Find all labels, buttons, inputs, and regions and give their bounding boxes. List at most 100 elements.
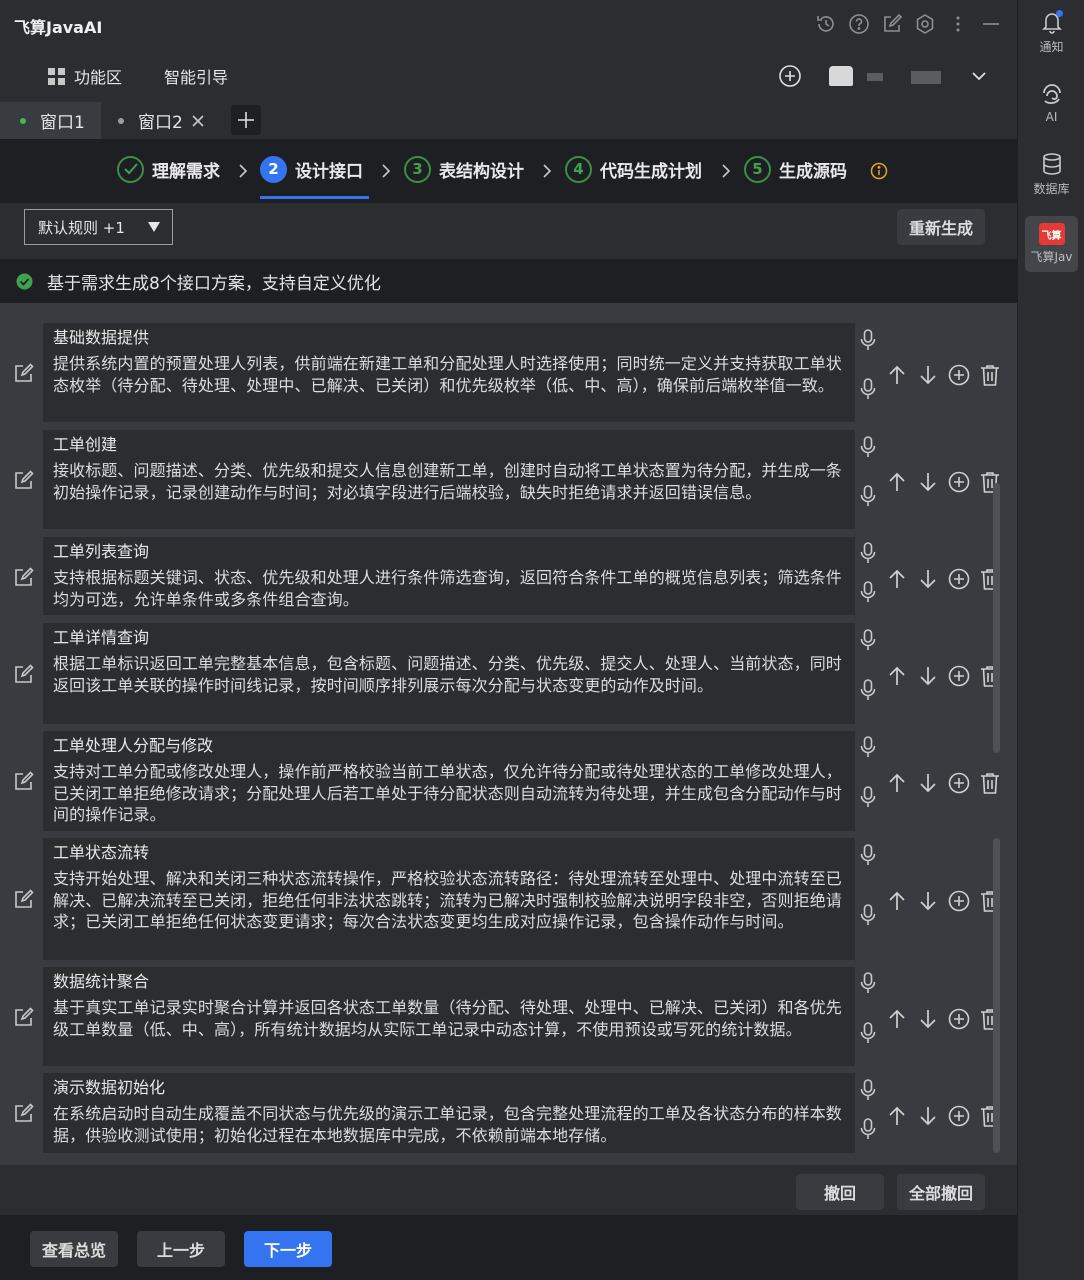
step-design-interface[interactable]: 2 设计接口: [260, 153, 363, 185]
step-understand[interactable]: 理解需求: [117, 153, 220, 185]
mic-icon[interactable]: [860, 329, 876, 351]
mic-icon[interactable]: [860, 542, 876, 564]
add-circle-icon[interactable]: [948, 471, 970, 493]
new-tab-button[interactable]: [231, 105, 261, 135]
edit-icon[interactable]: [881, 13, 903, 35]
next-step-button[interactable]: 下一步: [244, 1231, 332, 1267]
guide-menu[interactable]: 智能引导: [164, 64, 228, 88]
regenerate-button[interactable]: 重新生成: [897, 209, 985, 245]
undo-all-button[interactable]: 全部撤回: [897, 1174, 985, 1210]
interface-card[interactable]: 工单创建 接收标题、问题描述、分类、优先级和提交人信息创建新工单，创建时自动将工…: [43, 430, 855, 529]
edit-icon[interactable]: [14, 1007, 34, 1027]
arrow-up-icon[interactable]: [886, 471, 908, 493]
interface-card[interactable]: 工单状态流转 支持开始处理、解决和关闭三种状态流转操作，严格校验状态流转路径：待…: [43, 838, 855, 960]
arrow-down-icon[interactable]: [917, 568, 939, 590]
interface-card[interactable]: 工单详情查询 根据工单标识返回工单完整基本信息，包含标题、问题描述、分类、优先级…: [43, 623, 855, 724]
step-label: 生成源码: [779, 161, 847, 182]
scrollbar-thumb[interactable]: [993, 838, 1000, 1153]
arrow-down-icon[interactable]: [917, 665, 939, 687]
mic-icon[interactable]: [860, 378, 876, 400]
overview-button[interactable]: 查看总览: [30, 1231, 118, 1267]
rule-select[interactable]: 默认规则 +1: [24, 209, 173, 245]
success-check-icon: [16, 273, 33, 290]
add-circle-icon[interactable]: [778, 64, 802, 88]
prev-step-button[interactable]: 上一步: [137, 1231, 225, 1267]
card-actions: [886, 890, 1001, 912]
interface-desc: 支持根据标题关键词、状态、优先级和处理人进行条件筛选查询，返回符合条件工单的概览…: [53, 568, 842, 609]
add-circle-icon[interactable]: [948, 364, 970, 386]
mic-icon[interactable]: [860, 736, 876, 758]
arrow-up-icon[interactable]: [886, 1105, 908, 1127]
arrow-down-icon[interactable]: [917, 890, 939, 912]
ai-tool[interactable]: AI: [1018, 84, 1084, 124]
user-profile[interactable]: [829, 66, 941, 86]
plus-icon: [237, 111, 255, 129]
more-icon[interactable]: [947, 13, 969, 35]
undo-button[interactable]: 撤回: [796, 1174, 884, 1210]
step-generate-source[interactable]: 5 生成源码: [744, 153, 847, 185]
mic-icon[interactable]: [860, 485, 876, 507]
close-icon[interactable]: [191, 114, 205, 128]
edit-icon[interactable]: [14, 567, 34, 587]
trash-icon[interactable]: [979, 364, 1001, 386]
step-table-design[interactable]: 3 表结构设计: [404, 153, 524, 185]
mic-icon[interactable]: [860, 844, 876, 866]
interface-card[interactable]: 工单处理人分配与修改 支持对工单分配或修改处理人，操作前严格校验当前工单状态，仅…: [43, 731, 855, 831]
interface-card[interactable]: 数据统计聚合 基于真实工单记录实时聚合计算并返回各状态工单数量（待分配、待处理、…: [43, 967, 855, 1066]
add-circle-icon[interactable]: [948, 1105, 970, 1127]
tab-window-1[interactable]: 窗口1: [0, 102, 101, 139]
scrollbar-thumb[interactable]: [993, 483, 1000, 753]
add-circle-icon[interactable]: [948, 568, 970, 590]
trash-icon[interactable]: [979, 772, 1001, 794]
notice-text: 基于需求生成8个接口方案，支持自定义优化: [47, 273, 381, 294]
arrow-up-icon[interactable]: [886, 364, 908, 386]
step-code-plan[interactable]: 4 代码生成计划: [565, 153, 702, 185]
features-menu[interactable]: 功能区: [47, 64, 122, 88]
help-icon[interactable]: [848, 13, 870, 35]
info-icon[interactable]: [870, 162, 888, 180]
edit-icon[interactable]: [14, 470, 34, 490]
arrow-down-icon[interactable]: [917, 772, 939, 794]
step-index: 2: [260, 155, 287, 183]
mic-icon[interactable]: [860, 972, 876, 994]
mic-icon[interactable]: [860, 1079, 876, 1101]
step-index: 3: [404, 155, 431, 183]
edit-icon[interactable]: [14, 1103, 34, 1123]
arrow-down-icon[interactable]: [917, 1105, 939, 1127]
tab-window-2[interactable]: 窗口2: [101, 102, 219, 139]
arrow-down-icon[interactable]: [917, 364, 939, 386]
arrow-down-icon[interactable]: [917, 1008, 939, 1030]
edit-icon[interactable]: [14, 363, 34, 383]
arrow-up-icon[interactable]: [886, 772, 908, 794]
arrow-up-icon[interactable]: [886, 568, 908, 590]
interface-card[interactable]: 工单列表查询 支持根据标题关键词、状态、优先级和处理人进行条件筛选查询，返回符合…: [43, 537, 855, 615]
arrow-up-icon[interactable]: [886, 665, 908, 687]
database-tool[interactable]: 数据库: [1018, 152, 1084, 197]
add-circle-icon[interactable]: [948, 1008, 970, 1030]
mic-icon[interactable]: [860, 786, 876, 808]
arrow-down-icon[interactable]: [917, 471, 939, 493]
interface-card[interactable]: 演示数据初始化 在系统启动时自动生成覆盖不同状态与优先级的演示工单记录，包含完整…: [43, 1073, 855, 1153]
arrow-up-icon[interactable]: [886, 890, 908, 912]
chevron-down-icon[interactable]: [970, 68, 988, 84]
mic-icon[interactable]: [860, 581, 876, 603]
minimize-icon[interactable]: [980, 13, 1002, 35]
history-icon[interactable]: [815, 13, 837, 35]
settings-icon[interactable]: [914, 13, 936, 35]
add-circle-icon[interactable]: [948, 890, 970, 912]
mic-icon[interactable]: [860, 629, 876, 651]
edit-icon[interactable]: [14, 771, 34, 791]
notify-tool[interactable]: 通知: [1018, 10, 1084, 55]
add-circle-icon[interactable]: [948, 772, 970, 794]
arrow-up-icon[interactable]: [886, 1008, 908, 1030]
interface-card[interactable]: 基础数据提供 提供系统内置的预置处理人列表，供前端在新建工单和分配处理人时选择使…: [43, 323, 855, 422]
mic-icon[interactable]: [860, 1118, 876, 1140]
mic-icon[interactable]: [860, 436, 876, 458]
add-circle-icon[interactable]: [948, 665, 970, 687]
edit-icon[interactable]: [14, 664, 34, 684]
mic-icon[interactable]: [860, 679, 876, 701]
mic-icon[interactable]: [860, 904, 876, 926]
edit-icon[interactable]: [14, 889, 34, 909]
plugin-tool[interactable]: 飞算 飞算Jav: [1025, 216, 1078, 272]
mic-icon[interactable]: [860, 1022, 876, 1044]
